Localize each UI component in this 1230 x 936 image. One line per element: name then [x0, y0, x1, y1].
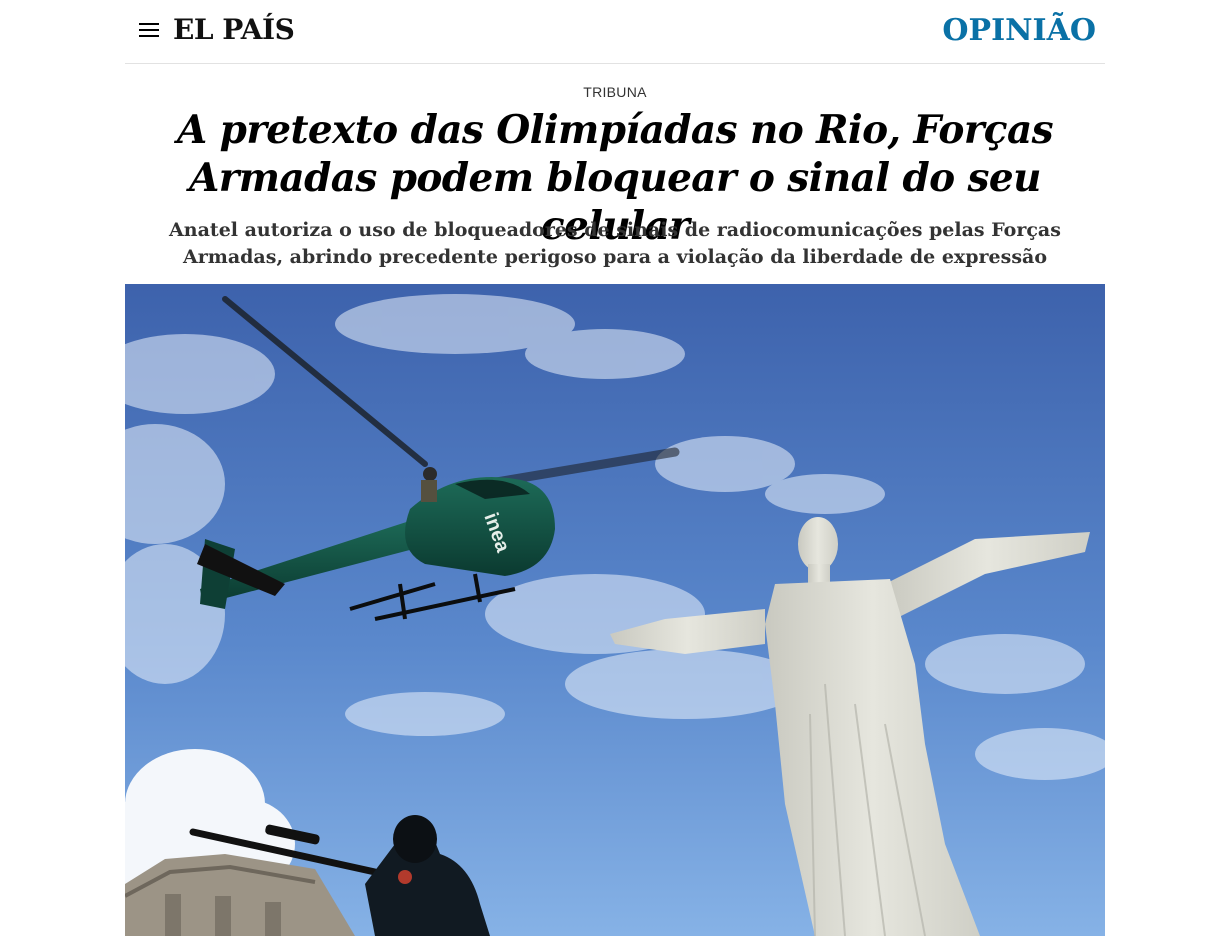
- section-opiniao-link[interactable]: OPINIÃO: [942, 12, 1096, 50]
- article-lead-photo[interactable]: inea: [125, 284, 1105, 936]
- top-bar: EL PAÍS OPINIÃO: [125, 0, 1105, 64]
- hamburger-menu-icon[interactable]: [139, 23, 159, 39]
- el-pais-logo[interactable]: EL PAÍS: [173, 13, 295, 47]
- article-subheadline: Anatel autoriza o uso de bloqueadores de…: [169, 219, 1061, 268]
- page-wrapper: EL PAÍS OPINIÃO TRIBUNA A pretexto das O…: [125, 0, 1105, 936]
- article-kicker[interactable]: TRIBUNA: [125, 84, 1105, 100]
